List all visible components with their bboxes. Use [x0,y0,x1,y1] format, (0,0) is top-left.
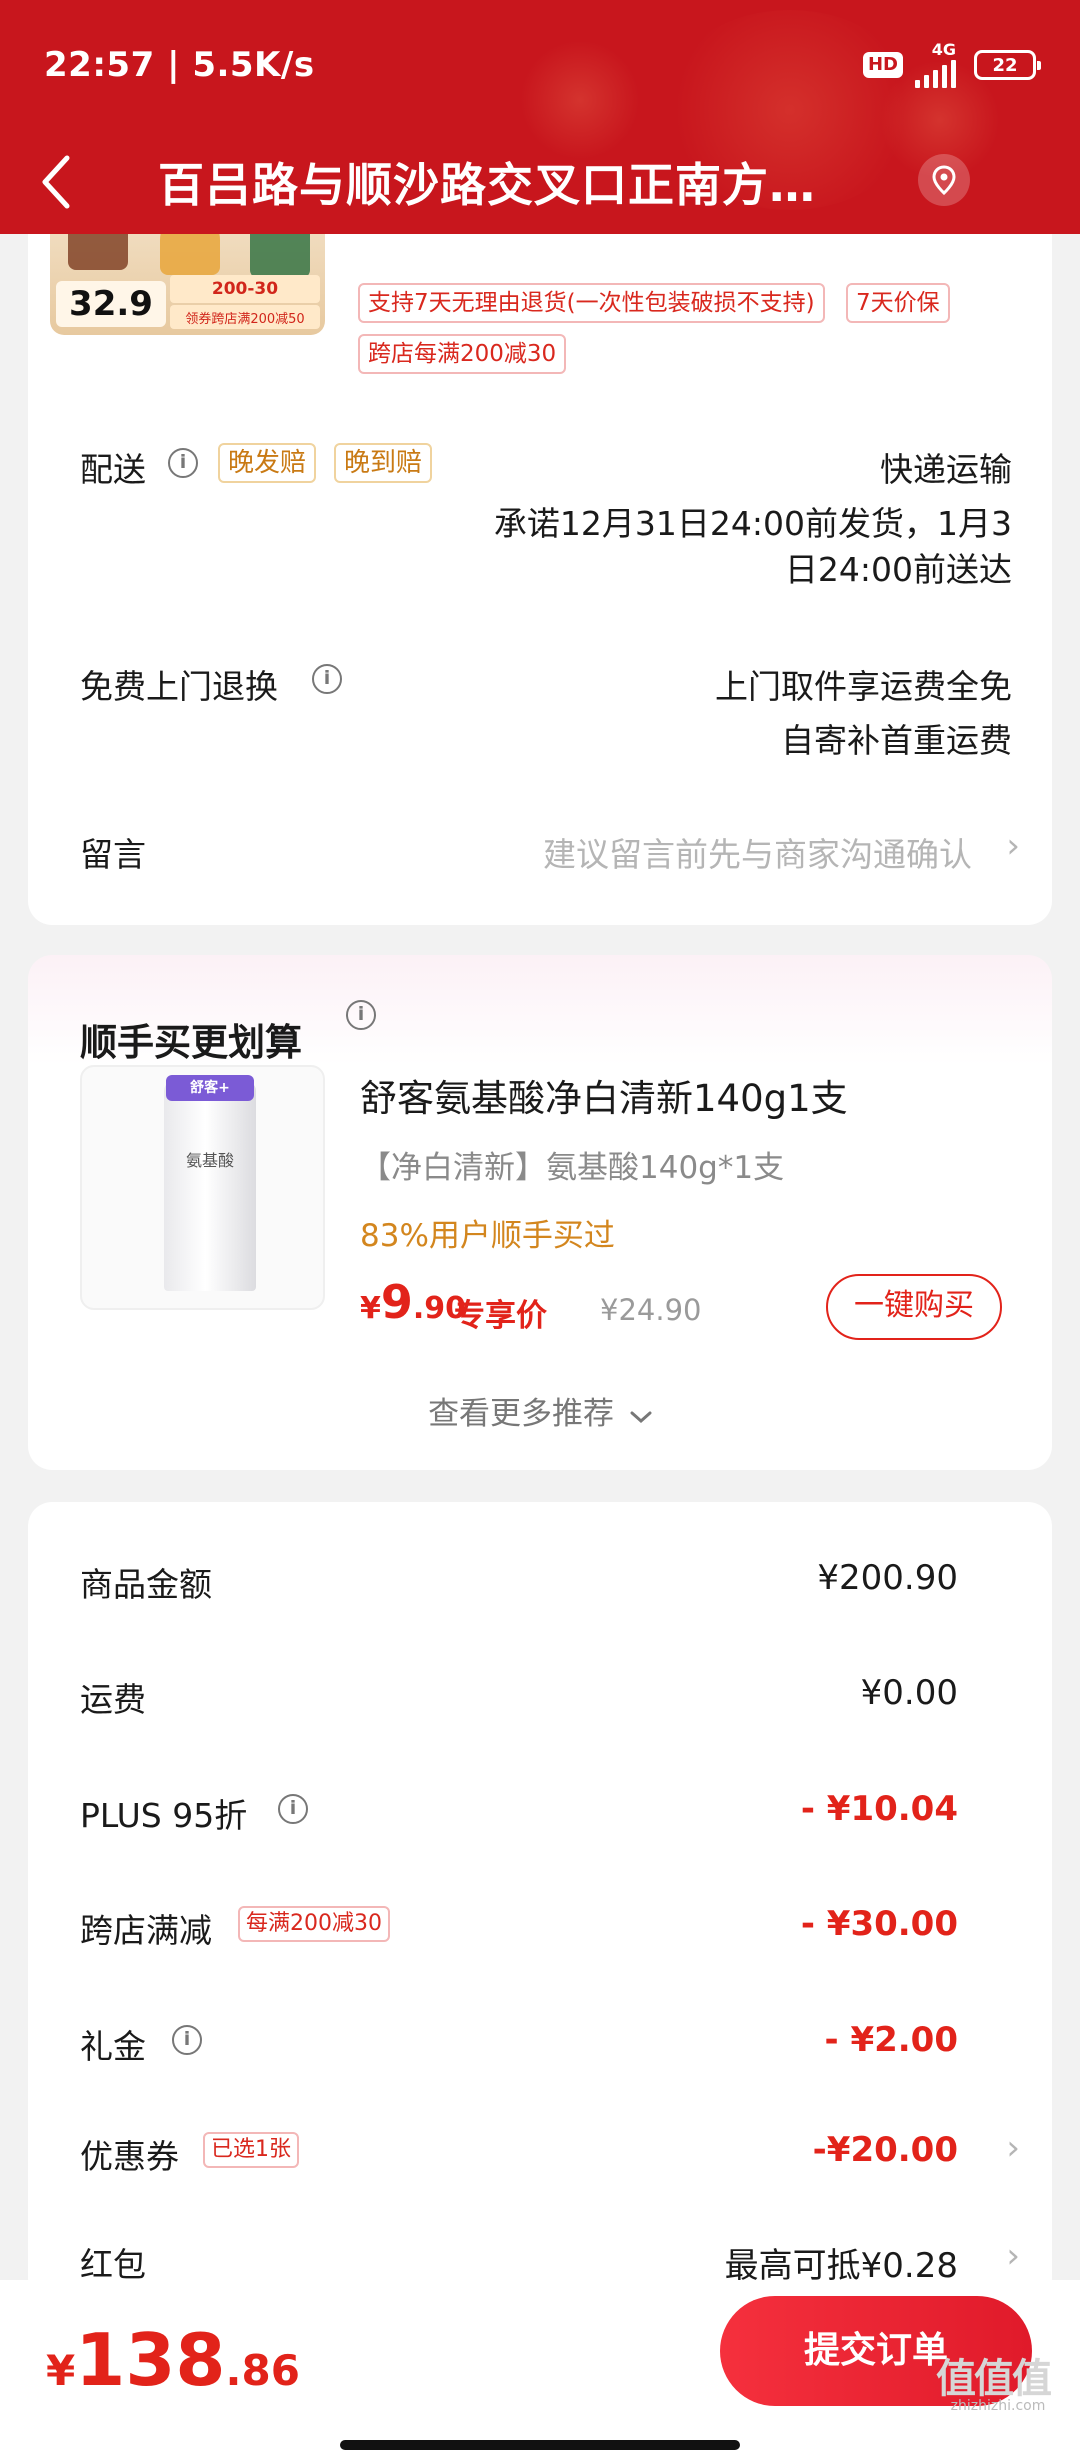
location-pin-icon[interactable] [918,154,970,206]
recommend-info-icon[interactable]: i [346,1000,376,1030]
watermark-text: zhizhizhi.com [950,2398,1046,2414]
chevron-down-icon [630,1396,652,1432]
late-arrival-compensation-tag: 晚到赔 [334,443,433,483]
top-header: 22:57 | 5.5K/s HD 4G 22 百吕路与顺沙路交叉口正南方… [0,0,1080,234]
delivery-promise-line2: 日24:00前送达 [784,550,1012,589]
delivery-promise-line1: 承诺12月31日24:00前发货，1月3 [493,504,1012,543]
plus-info-icon[interactable]: i [278,1794,308,1824]
free-return-line2: 自寄补首重运费 [781,721,1012,760]
gift-money-info-icon[interactable]: i [172,2025,202,2055]
gift-money-label: 礼金 [80,2027,146,2066]
service-tag-price-protect: 7天价保 [846,283,950,323]
shipping-label: 运费 [80,1680,146,1719]
thumb-promo: 200-30 [170,275,320,303]
gift-money-value: - ¥2.00 [824,2020,959,2060]
recommend-image-brand: 舒客+ [166,1075,254,1101]
free-return-line1: 上门取件享运费全免 [715,667,1012,706]
nav-bar: 百吕路与顺沙路交叉口正南方… [0,130,1080,234]
late-ship-compensation-tag: 晚发赔 [218,443,317,483]
recommend-product-spec: 【净白清新】氨基酸140g*1支 [360,1150,785,1186]
signal-icon: 4G [915,42,956,88]
recommend-product-name[interactable]: 舒客氨基酸净白清新140g1支 [360,1068,848,1122]
delivery-info-icon[interactable]: i [168,448,198,478]
message-label: 留言 [80,835,146,874]
recommend-original-price: ¥24.90 [600,1293,702,1327]
delivery-label: 配送 [80,450,146,489]
see-more-recommendations[interactable]: 查看更多推荐 [0,1388,1080,1433]
plus-discount-value: - ¥10.04 [800,1789,958,1829]
cross-store-discount-value: - ¥30.00 [800,1904,958,1944]
battery-level: 22 [992,54,1018,76]
address-title[interactable]: 百吕路与顺沙路交叉口正南方… [158,149,918,215]
watermark-logo: 值值值 [936,2356,1052,2402]
status-bar: 22:57 | 5.5K/s HD 4G 22 [0,0,1080,130]
service-tag-7day-return: 支持7天无理由退货(一次性包装破损不支持) [358,283,825,323]
exclusive-price-label: 专享价 [454,1298,547,1334]
home-indicator[interactable] [340,2440,740,2450]
coupon-value[interactable]: -¥20.00 [813,2130,958,2170]
back-arrow-icon[interactable] [0,130,110,234]
status-time-speed: 22:57 | 5.5K/s [44,45,315,85]
delivery-method[interactable]: 快递运输 [880,443,1012,491]
goods-amount-value: ¥200.90 [817,1558,958,1598]
network-type: 4G [931,40,956,59]
price-summary-card [28,1502,1052,2302]
hd-icon: HD [862,52,903,78]
goods-amount-label: 商品金额 [80,1565,212,1604]
shipping-value: ¥0.00 [860,1673,958,1713]
thumb-promo-sub: 领券跨店满200减50 [170,305,320,329]
free-return-label: 免费上门退换 [80,667,278,706]
coupon-chevron-right-icon[interactable]: › [1006,2128,1020,2168]
red-packet-chevron-right-icon[interactable]: › [1006,2236,1020,2276]
recommend-product-image[interactable]: 舒客+ 氨基酸 [80,1065,325,1310]
see-more-label: 查看更多推荐 [428,1396,615,1432]
cross-store-discount-tag: 每满200减30 [238,1906,390,1942]
plus-discount-label: PLUS 95折 [80,1796,248,1835]
message-input[interactable]: 建议留言前先与商家沟通确认 [543,828,972,876]
red-packet-label: 红包 [80,2245,146,2284]
one-click-buy-button[interactable]: 一键购买 [826,1274,1002,1340]
battery-icon: 22 [974,50,1041,80]
recommend-image-text: 氨基酸 [185,1151,234,1170]
coupon-label: 优惠券 [80,2137,179,2176]
free-return-info-icon[interactable]: i [312,664,342,694]
thumb-price: 32.9 [56,281,166,327]
recommend-title: 顺手买更划算 [80,1021,302,1064]
recommend-social-proof: 83%用户顺手买过 [360,1218,615,1254]
coupon-selected-tag: 已选1张 [203,2132,299,2168]
total-price: ¥138.86 [46,2318,300,2402]
recommend-price: ¥9.90 [360,1275,467,1329]
promo-tag-cross-store: 跨店每满200减30 [358,334,567,374]
chevron-right-icon[interactable]: › [1006,826,1020,866]
checkout-bar: ¥138.86 提交订单 值值值 zhizhizhi.com [0,2280,1080,2460]
cross-store-discount-label: 跨店满减 [80,1911,212,1950]
